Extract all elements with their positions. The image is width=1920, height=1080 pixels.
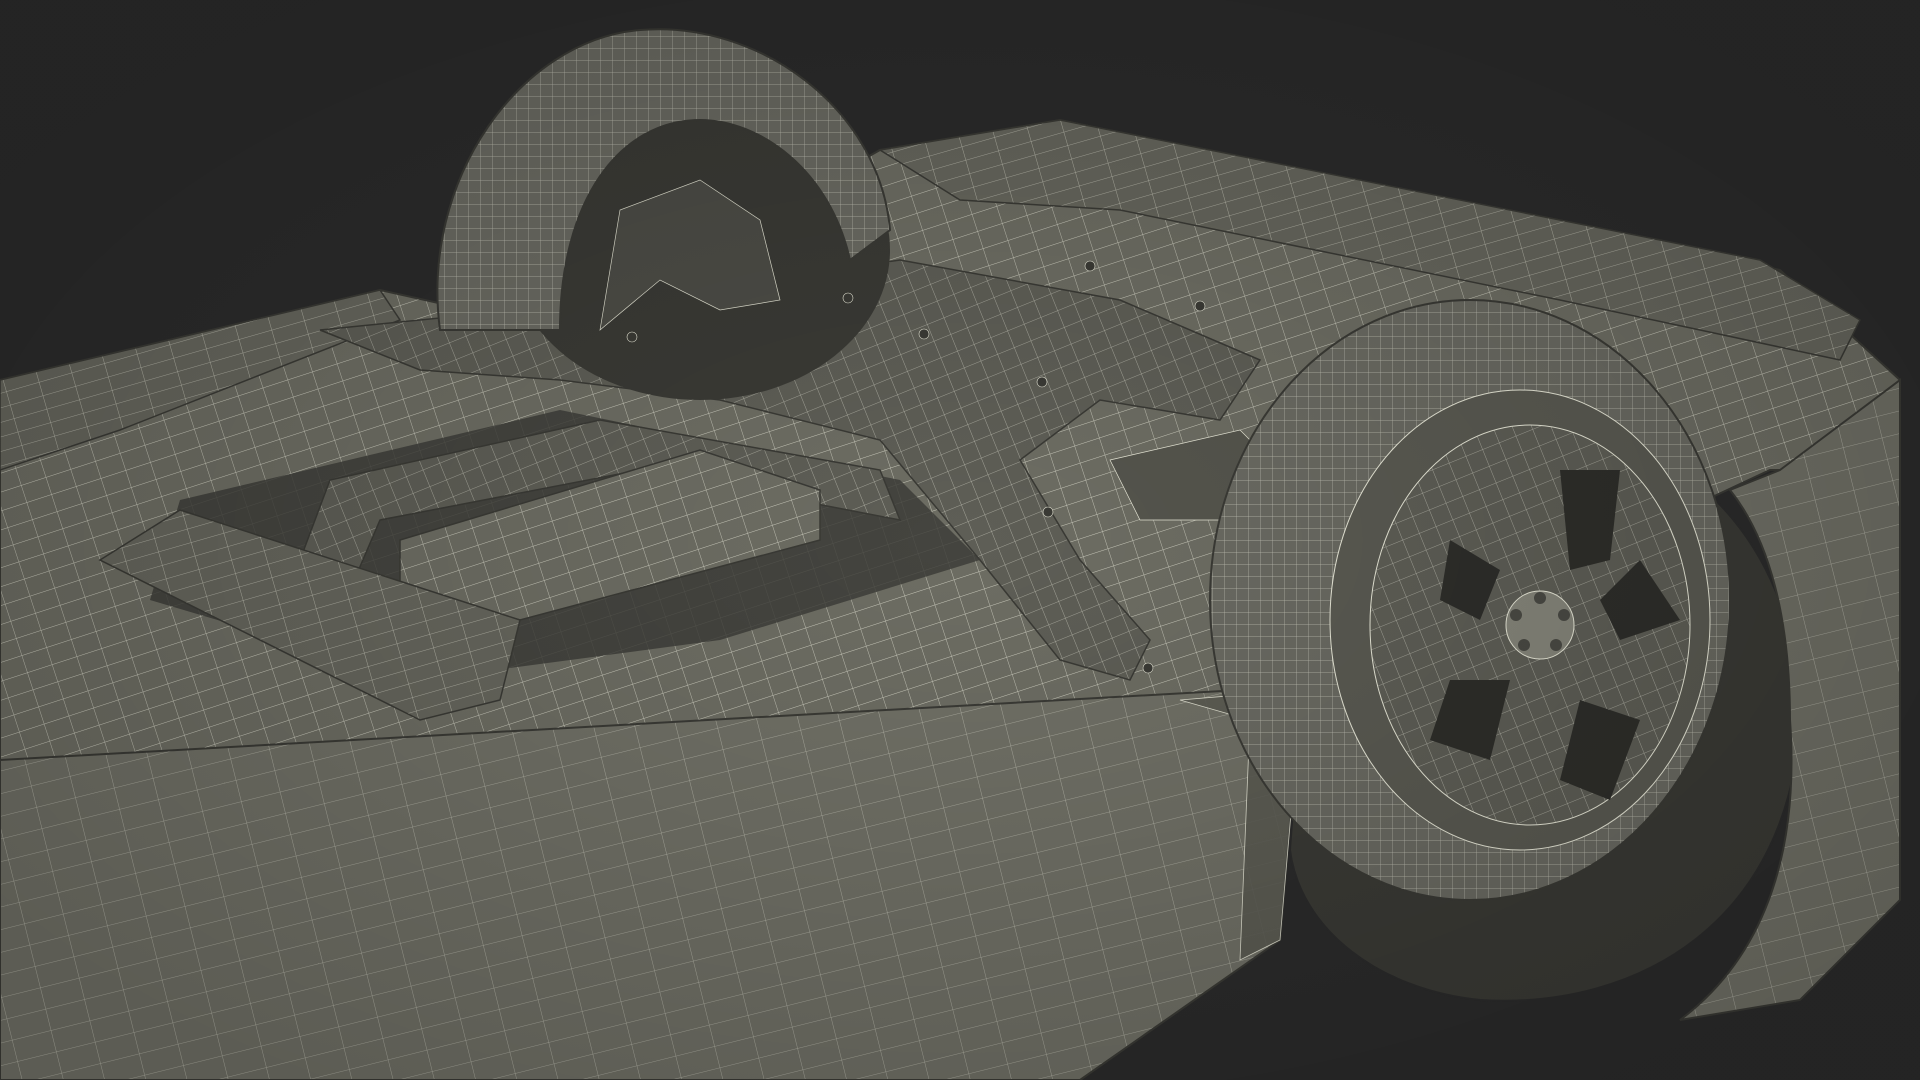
vignette (0, 0, 1920, 1080)
render-viewport (0, 0, 1920, 1080)
wireframe-render (0, 0, 1920, 1080)
